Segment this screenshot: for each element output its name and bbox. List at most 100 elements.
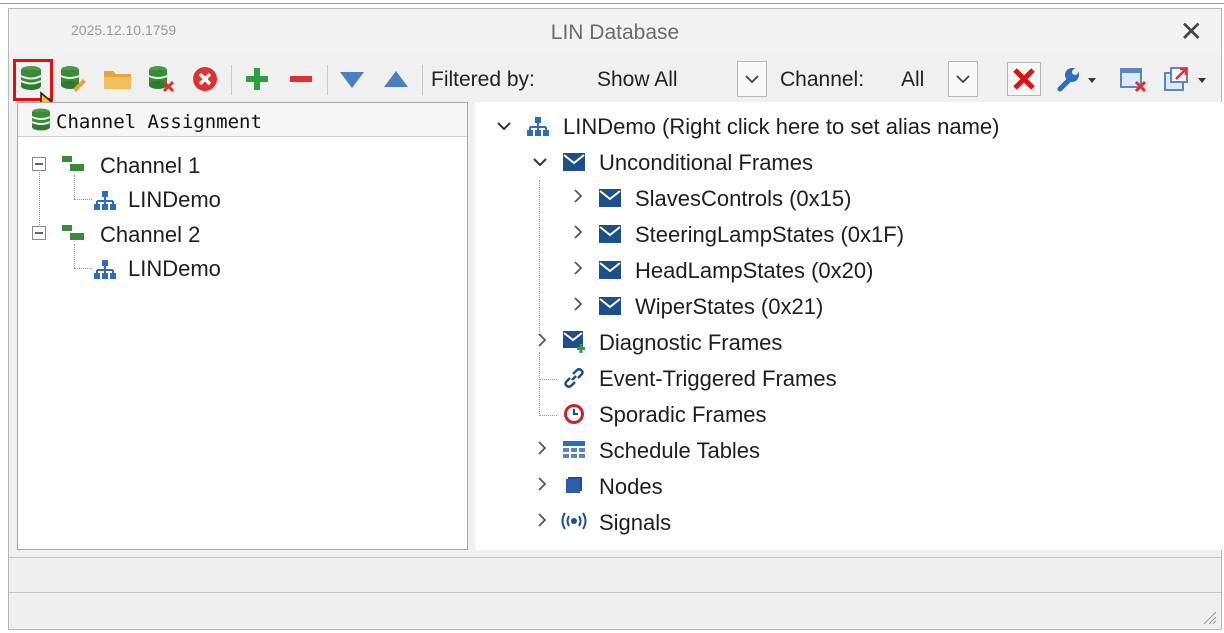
move-down-button[interactable] — [336, 63, 368, 95]
tree-line — [74, 268, 92, 269]
chevron-right-icon[interactable] — [537, 333, 547, 347]
tree-item-lindemo-1[interactable]: LINDemo — [128, 187, 221, 213]
chevron-right-icon[interactable] — [537, 441, 547, 455]
toolbar-separator — [231, 65, 232, 95]
remove-all-button[interactable] — [189, 63, 221, 95]
tree-item-frame[interactable]: WiperStates (0x21) — [635, 294, 823, 320]
channel-icon — [62, 156, 84, 171]
chevron-down-icon[interactable] — [497, 121, 511, 131]
tree-item-channel-2[interactable]: Channel 2 — [100, 222, 200, 248]
node-cube-icon — [566, 477, 582, 493]
chevron-right-icon[interactable] — [573, 225, 583, 239]
tree-line — [74, 175, 75, 199]
arrow-down-icon — [340, 72, 364, 88]
chevron-down-icon — [745, 75, 759, 84]
tree-line — [74, 199, 92, 200]
chevron-down-icon — [956, 75, 970, 84]
lin-database-window: 2025.12.10.1759 LIN Database ✕ Filtered … — [8, 8, 1223, 630]
channel-label: Channel: — [780, 68, 865, 91]
tree-item-diagnostic-frames[interactable]: Diagnostic Frames — [599, 330, 782, 356]
channel-assignment-title: Channel Assignment — [56, 111, 262, 133]
database-remove-icon — [148, 66, 175, 93]
tools-menu-button[interactable] — [1053, 63, 1099, 95]
tree-line — [539, 379, 557, 380]
delete-button[interactable] — [1007, 62, 1041, 96]
wrench-icon — [1057, 68, 1096, 92]
database-icon — [31, 108, 51, 131]
chevron-right-icon[interactable] — [573, 189, 583, 203]
filter-value[interactable]: Show All — [597, 68, 678, 92]
tree-line — [539, 180, 540, 332]
table-icon — [563, 441, 585, 458]
database-edit-icon — [60, 66, 86, 92]
database-edit-button[interactable] — [57, 63, 89, 95]
move-up-button[interactable] — [380, 63, 412, 95]
tree-item-nodes[interactable]: Nodes — [599, 474, 663, 500]
envelope-icon — [599, 261, 621, 279]
close-windows-button[interactable] — [1117, 63, 1149, 95]
channel-assignment-panel: Channel Assignment Channel 1 LINDemo Cha… — [17, 102, 468, 550]
minus-icon — [290, 76, 312, 82]
close-circle-icon — [193, 67, 217, 91]
chevron-right-icon[interactable] — [573, 297, 583, 311]
arrow-up-icon — [384, 71, 408, 87]
channel-assignment-header[interactable]: Channel Assignment — [18, 103, 467, 137]
filter-dropdown-button[interactable] — [737, 61, 767, 97]
tree-item-frame[interactable]: SteeringLampStates (0x1F) — [635, 222, 904, 248]
collapse-icon[interactable] — [32, 226, 46, 240]
close-button[interactable]: ✕ — [1180, 17, 1203, 47]
tree-line — [74, 244, 75, 268]
envelope-icon — [563, 153, 585, 171]
toolbar: Filtered by: Show All Channel: All — [9, 59, 1221, 121]
chevron-right-icon[interactable] — [537, 477, 547, 491]
tree-root-lindemo[interactable]: LINDemo (Right click here to set alias n… — [563, 114, 1000, 140]
add-button[interactable] — [241, 63, 273, 95]
network-icon — [527, 117, 549, 136]
window-close-icon — [1120, 68, 1147, 93]
resize-grip-icon[interactable] — [1203, 611, 1217, 625]
chevron-right-icon[interactable] — [537, 513, 547, 527]
tree-item-event-triggered-frames[interactable]: Event-Triggered Frames — [599, 366, 837, 392]
title-bar: 2025.12.10.1759 LIN Database ✕ — [9, 9, 1221, 55]
database-tree-panel: LINDemo (Right click here to set alias n… — [475, 102, 1223, 550]
folder-open-icon — [104, 71, 132, 89]
signal-icon — [561, 512, 587, 530]
channel-value[interactable]: All — [901, 68, 924, 92]
window-title: LIN Database — [550, 21, 680, 44]
collapse-icon[interactable] — [32, 157, 46, 171]
status-bar-lower — [9, 595, 1221, 629]
link-icon — [564, 367, 584, 389]
tree-item-schedule-tables[interactable]: Schedule Tables — [599, 438, 760, 464]
channel-icon — [62, 225, 84, 240]
filter-label: Filtered by: — [431, 68, 535, 91]
export-icon — [1164, 67, 1206, 91]
network-icon — [94, 191, 116, 210]
tree-item-frame[interactable]: HeadLampStates (0x20) — [635, 258, 873, 284]
network-icon — [94, 260, 116, 279]
tree-item-channel-1[interactable]: Channel 1 — [100, 153, 200, 179]
tree-line — [539, 415, 557, 416]
export-menu-button[interactable] — [1161, 63, 1211, 95]
diagnostic-envelope-icon — [563, 331, 585, 353]
chevron-down-icon[interactable] — [533, 157, 547, 167]
envelope-icon — [599, 189, 621, 207]
channel-dropdown-button[interactable] — [948, 61, 978, 97]
tree-item-sporadic-frames[interactable]: Sporadic Frames — [599, 402, 767, 428]
toolbar-separator — [422, 65, 423, 95]
toolbar-separator — [327, 65, 328, 95]
tree-line — [539, 352, 540, 416]
open-folder-button[interactable] — [102, 63, 134, 95]
database-remove-button[interactable] — [145, 63, 177, 95]
clock-icon — [564, 404, 584, 424]
remove-button[interactable] — [285, 63, 317, 95]
status-bar-upper — [9, 557, 1221, 593]
chevron-right-icon[interactable] — [573, 261, 583, 275]
tree-item-frame[interactable]: SlavesControls (0x15) — [635, 186, 851, 212]
delete-x-icon — [1013, 68, 1035, 90]
plus-icon — [246, 68, 268, 90]
tree-item-lindemo-2[interactable]: LINDemo — [128, 256, 221, 282]
envelope-icon — [599, 225, 621, 243]
tree-item-unconditional-frames[interactable]: Unconditional Frames — [599, 150, 813, 176]
tree-item-signals[interactable]: Signals — [599, 510, 671, 536]
envelope-icon — [599, 297, 621, 315]
